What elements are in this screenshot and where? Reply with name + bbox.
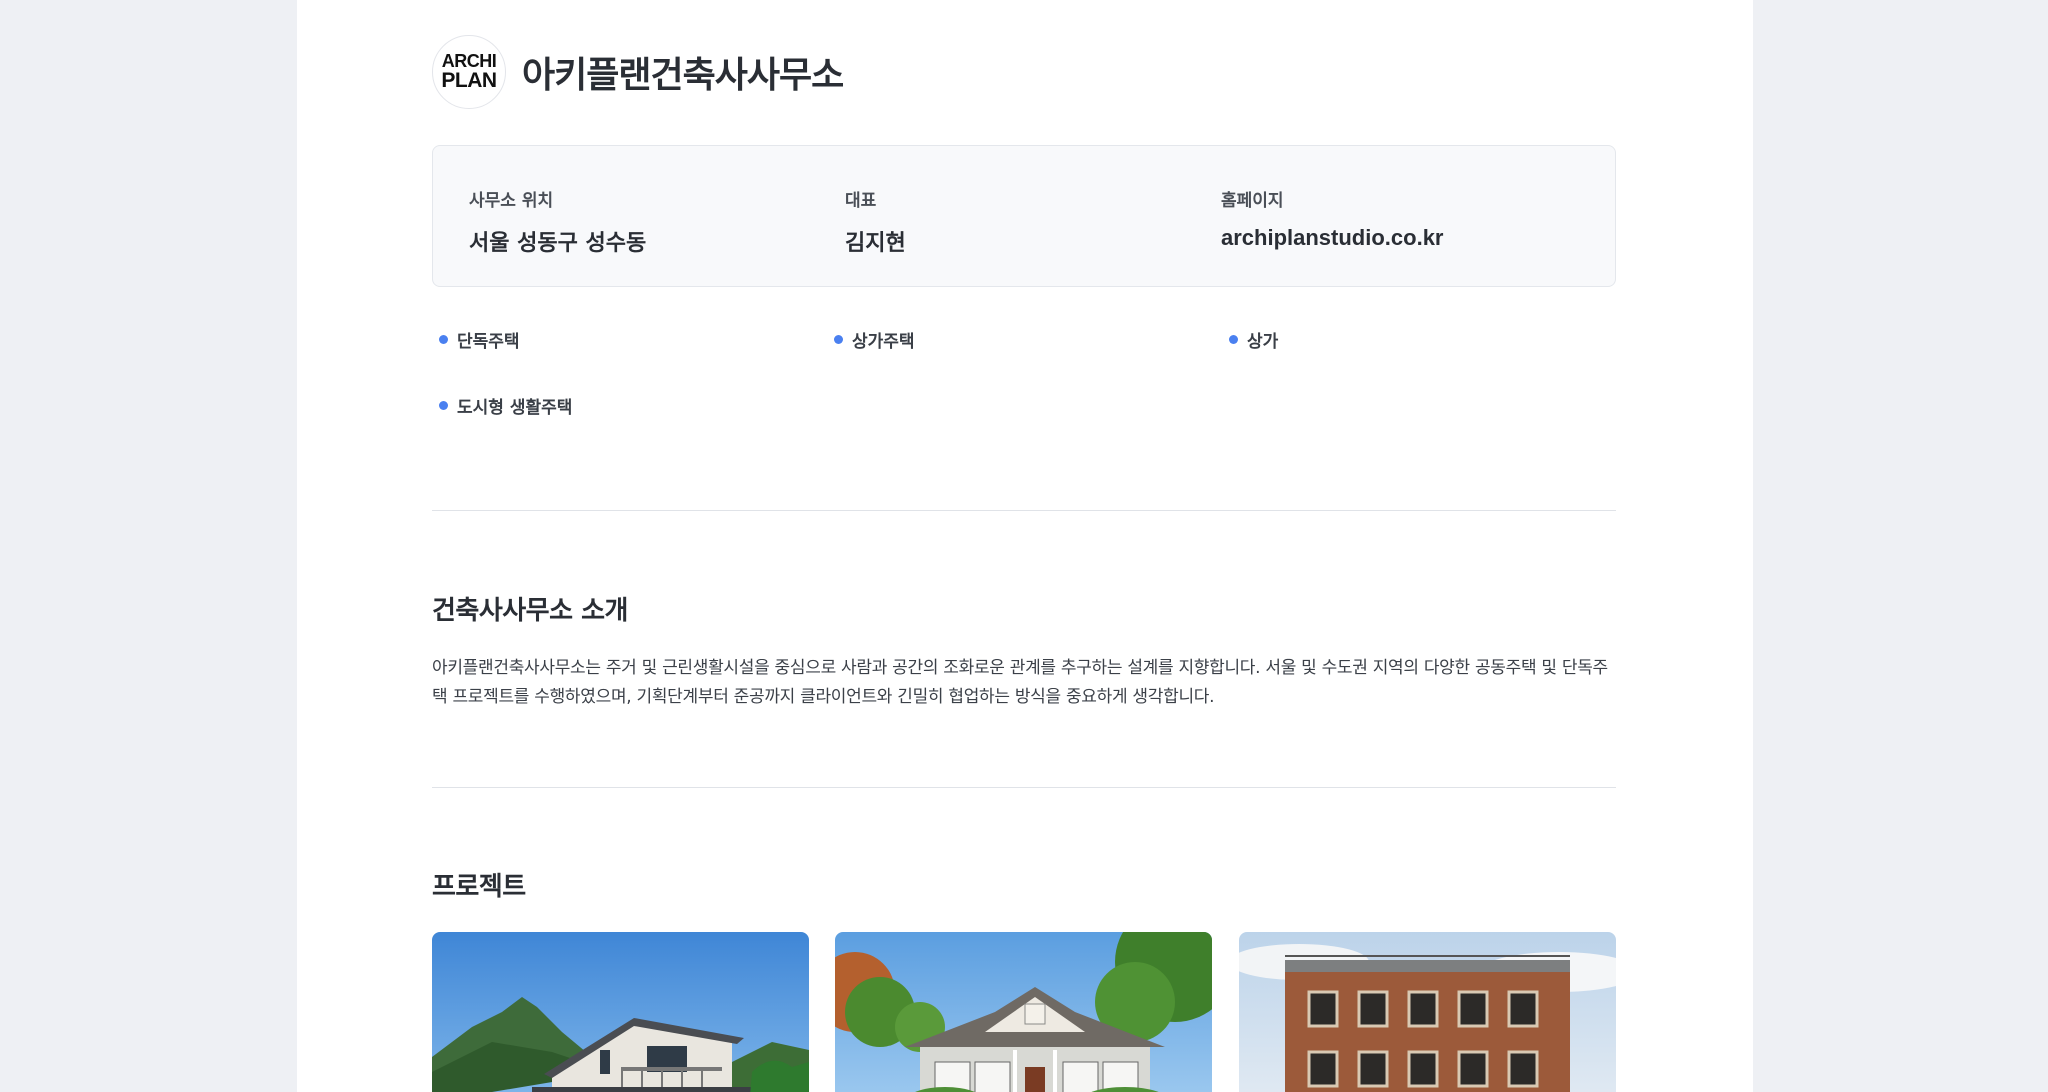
location-label: 사무소 위치 — [469, 191, 554, 211]
bullet-dot-icon — [1229, 335, 1238, 344]
bullet-dot-icon — [439, 335, 448, 344]
location-value: 서울 성동구 성수동 — [469, 231, 647, 256]
tag-item: 상가 — [1229, 327, 1278, 352]
office-header: ARCHI PLAN 아키플랜건축사사무소 — [432, 34, 844, 110]
homepage-link[interactable]: archiplanstudio.co.kr — [1221, 225, 1444, 251]
tag-item: 단독주택 — [439, 327, 520, 352]
tag-item: 도시형 생활주택 — [439, 393, 572, 418]
tag-item: 상가주택 — [834, 327, 915, 352]
info-location: 사무소 위치 서울 성동구 성수동 — [469, 186, 646, 257]
info-card: 사무소 위치 서울 성동구 성수동 대표 김지현 홈페이지 archiplans… — [432, 145, 1616, 287]
info-homepage: 홈페이지 archiplanstudio.co.kr — [1221, 186, 1444, 251]
project-card[interactable] — [1239, 932, 1616, 1092]
tag-label: 상가주택 — [852, 332, 915, 352]
bullet-dot-icon — [439, 401, 448, 410]
logo-line-1: ARCHI — [441, 51, 497, 72]
tag-label: 단독주택 — [457, 332, 520, 352]
logo-line-2: PLAN — [441, 68, 497, 92]
section-divider — [432, 787, 1616, 788]
tag-label: 상가 — [1247, 332, 1279, 352]
tag-label: 도시형 생활주택 — [457, 398, 573, 418]
office-logo: ARCHI PLAN — [432, 35, 506, 109]
main-page: ARCHI PLAN 아키플랜건축사사무소 사무소 위치 서울 성동구 성수동 … — [297, 0, 1753, 1092]
suburban-house-photo — [835, 932, 1212, 1092]
project-card[interactable] — [835, 932, 1212, 1092]
intro-title: 건축사사무소 소개 — [432, 596, 628, 626]
brick-building-photo — [1239, 932, 1616, 1092]
section-divider — [432, 510, 1616, 511]
office-name: 아키플랜건축사사무소 — [522, 55, 844, 96]
project-card[interactable] — [432, 932, 809, 1092]
bullet-dot-icon — [834, 335, 843, 344]
ceo-label: 대표 — [845, 191, 877, 211]
info-ceo: 대표 김지현 — [845, 186, 906, 257]
modern-house-photo — [432, 932, 809, 1092]
projects-title: 프로젝트 — [432, 872, 526, 902]
homepage-label: 홈페이지 — [1221, 191, 1284, 211]
ceo-value: 김지현 — [845, 231, 906, 256]
intro-text: 아키플랜건축사사무소는 주거 및 근린생활시설을 중심으로 사람과 공간의 조화… — [432, 658, 1608, 707]
